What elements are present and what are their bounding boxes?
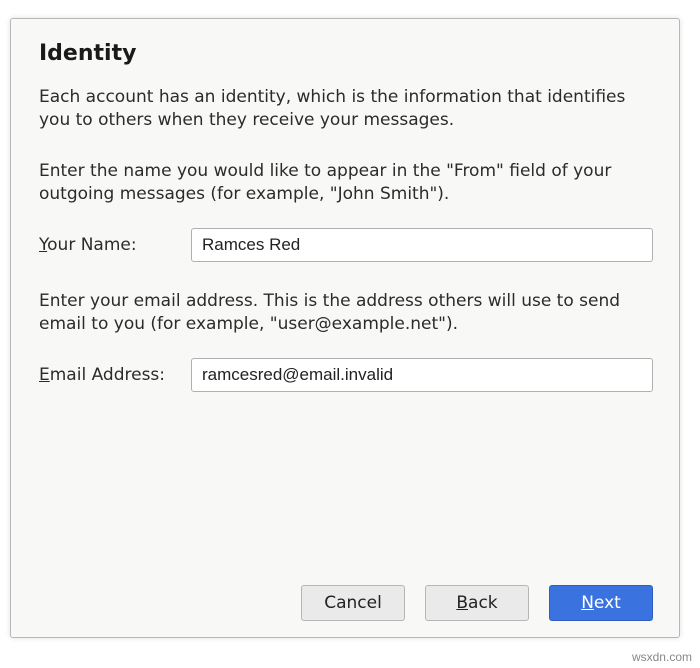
button-bar: Cancel Back Next	[39, 575, 653, 621]
intro-text: Each account has an identity, which is t…	[39, 86, 653, 132]
identity-dialog: Identity Each account has an identity, w…	[10, 18, 680, 638]
back-button[interactable]: Back	[425, 585, 529, 621]
name-help-text: Enter the name you would like to appear …	[39, 160, 653, 206]
watermark-text: wsxdn.com	[632, 650, 692, 664]
next-button[interactable]: Next	[549, 585, 653, 621]
email-help-text: Enter your email address. This is the ad…	[39, 290, 653, 336]
email-row: Email Address:	[39, 358, 653, 392]
name-row: Your Name:	[39, 228, 653, 262]
name-label: Your Name:	[39, 235, 179, 255]
email-label: Email Address:	[39, 365, 179, 385]
cancel-button[interactable]: Cancel	[301, 585, 405, 621]
page-title: Identity	[39, 41, 653, 66]
name-input[interactable]	[191, 228, 653, 262]
email-input[interactable]	[191, 358, 653, 392]
